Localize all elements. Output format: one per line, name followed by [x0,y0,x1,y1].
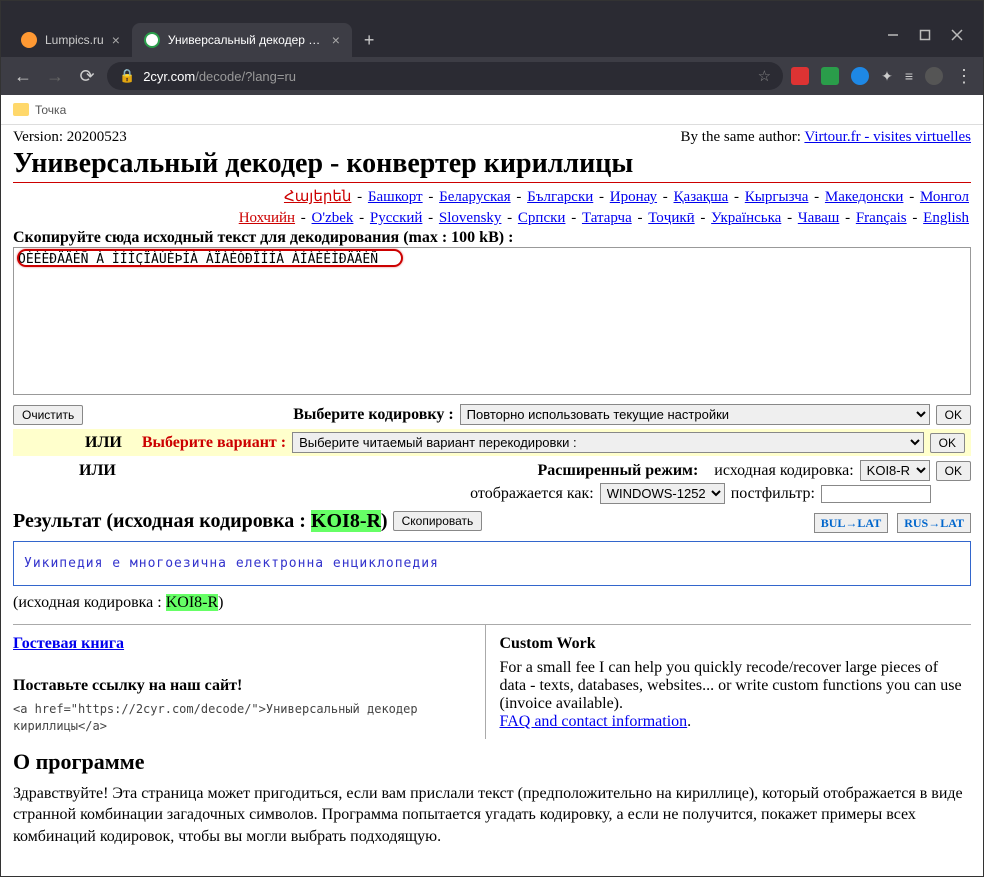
source-encoding-note: (исходная кодировка : KOI8-R) [13,594,971,612]
source-label: Скопируйте сюда исходный текст для декод… [13,229,971,247]
close-window-icon[interactable] [951,29,963,41]
tabs-area: Lumpics.ru × Универсальный декодер - кон… [9,1,875,57]
ext-opera-icon[interactable] [791,67,809,85]
bookmarks-bar: Точка [1,95,983,125]
close-icon[interactable]: × [112,32,120,48]
lang-link[interactable]: Қазақша [674,189,729,205]
bookmark-item[interactable]: Точка [35,103,66,117]
put-link-label: Поставьте ссылку на наш сайт! [13,677,477,695]
variant-select[interactable]: Выберите читаемый вариант перекодировки … [292,432,924,453]
window-controls [875,29,975,57]
postfilter-input[interactable] [821,485,931,503]
same-author: By the same author: Virtour.fr - visites… [681,129,971,146]
lock-icon: 🔒 [119,68,135,84]
choose-variant-label: Выберите вариант : [142,434,286,452]
reload-button[interactable]: ⟳ [75,66,99,87]
result-header: Результат (исходная кодировка : KOI8-R) … [13,510,971,533]
guestbook-link[interactable]: Гостевая книга [13,635,124,652]
version-text: Version: 20200523 [13,129,127,146]
lang-link[interactable]: Монгол [920,189,969,205]
postfilter-label: постфильтр: [731,485,815,503]
ext-blue-icon[interactable] [851,67,869,85]
extensions: ✦ ≡ ⋮ [791,66,973,87]
virtour-link[interactable]: Virtour.fr - visites virtuelles [804,129,971,145]
or-label: ИЛИ [85,434,122,452]
forward-button[interactable]: → [43,66,67,87]
maximize-icon[interactable] [919,29,931,41]
titlebar: Lumpics.ru × Универсальный декодер - кон… [1,1,983,57]
ext-green-icon[interactable] [821,67,839,85]
tab-favicon-decoder [144,32,160,48]
lang-link[interactable]: Українська [711,210,781,226]
custom-work-title: Custom Work [500,635,964,653]
src-encoding-select[interactable]: KOI8-R [860,460,930,481]
menu-icon[interactable]: ⋮ [955,66,973,87]
source-textarea[interactable] [13,247,971,395]
language-links: Հայերեն - Башкорт - Беларуская - Българс… [13,187,971,229]
ok-button-2[interactable]: OK [930,433,965,453]
url-domain: 2cyr.com [143,69,195,84]
lang-link[interactable]: Беларуская [439,189,511,205]
about-heading: О программе [13,749,971,775]
new-tab-button[interactable]: + [352,30,387,57]
lang-link[interactable]: Српски [518,210,566,226]
lang-link[interactable]: Македонски [825,189,904,205]
extensions-puzzle-icon[interactable]: ✦ [881,68,893,85]
tab-title: Lumpics.ru [45,33,104,47]
link-snippet[interactable]: <a href="https://2cyr.com/decode/">Униве… [13,701,477,735]
encoding-select[interactable]: Повторно использовать текущие настройки [460,404,930,425]
url-field[interactable]: 🔒 2cyr.com/decode/?lang=ru ☆ [107,62,783,90]
ext-mode-label: Расширенный режим: [537,462,698,480]
custom-work-text: For a small fee I can help you quickly r… [500,659,964,713]
tab-title: Универсальный декодер - конв [168,33,324,47]
lang-link[interactable]: Slovensky [439,210,502,226]
lang-link[interactable]: O'zbek [312,210,354,226]
left-column: Гостевая книга Поставьте ссылку на наш с… [13,625,485,739]
ok-button[interactable]: OK [936,405,971,425]
url-path: /decode/?lang=ru [195,69,296,84]
lang-link[interactable]: Кыргызча [745,189,809,205]
tab-lumpics[interactable]: Lumpics.ru × [9,23,132,57]
src-enc-label: исходная кодировка: [714,462,853,480]
copy-button[interactable]: Скопировать [393,511,483,531]
lang-link[interactable]: Français [856,210,907,226]
rus-lat-button[interactable]: RUS→LAT [897,513,971,533]
page-title: Универсальный декодер - конвертер кирилл… [13,148,971,183]
page-content: Version: 20200523 By the same author: Vi… [1,125,983,859]
lang-link[interactable]: Башкорт [368,189,423,205]
bul-lat-button[interactable]: BUL→LAT [814,513,888,533]
minimize-icon[interactable] [887,29,899,41]
lang-link[interactable]: Чаваш [798,210,840,226]
lang-link[interactable]: Иронау [610,189,657,205]
folder-icon [13,103,29,116]
result-output: Уикипедия е многоезична електронна енцик… [13,541,971,586]
lang-link[interactable]: Հայերեն [284,189,351,205]
bookmark-star-icon[interactable]: ☆ [758,67,771,85]
lang-link[interactable]: Татарча [582,210,632,226]
or-label-2: ИЛИ [79,462,116,480]
tab-decoder[interactable]: Универсальный декодер - конв × [132,23,352,57]
choose-encoding-label: Выберите кодировку : [293,406,453,424]
shown-as-select[interactable]: WINDOWS-1252 [600,483,725,504]
address-bar: ← → ⟳ 🔒 2cyr.com/decode/?lang=ru ☆ ✦ ≡ ⋮ [1,57,983,95]
close-icon[interactable]: × [332,32,340,48]
lang-link[interactable]: Български [527,189,593,205]
shown-as-label: отображается как: [470,485,594,503]
lang-link[interactable]: Тоҷикӣ [648,210,694,226]
lang-link[interactable]: English [923,210,969,226]
lang-link[interactable]: Нохчийн [239,210,295,226]
right-column: Custom Work For a small fee I can help y… [485,625,972,739]
ok-button-3[interactable]: OK [936,461,971,481]
back-button[interactable]: ← [11,66,35,87]
lang-link[interactable]: Русский [370,210,423,226]
clear-button[interactable]: Очистить [13,405,83,425]
reading-list-icon[interactable]: ≡ [905,68,913,84]
faq-link[interactable]: FAQ and contact information [500,713,688,730]
tab-favicon-lumpics [21,32,37,48]
profile-avatar[interactable] [925,67,943,85]
about-paragraph: Здравствуйте! Эта страница может пригоди… [13,783,971,848]
